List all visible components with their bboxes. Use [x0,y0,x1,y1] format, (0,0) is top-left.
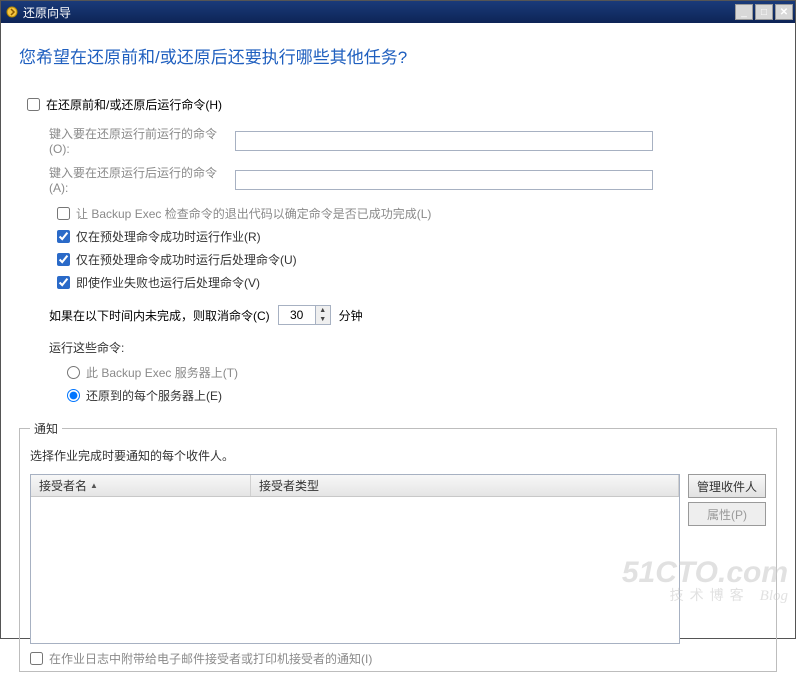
col-recipient-type[interactable]: 接受者类型 [251,475,679,496]
radio-each-server[interactable] [67,389,80,402]
pre-command-label: 键入要在还原运行前运行的命令(O): [49,125,229,156]
col-recipient-name-label: 接受者名 [39,477,87,494]
minimize-button[interactable]: _ [735,4,753,20]
timeout-prefix: 如果在以下时间内未完成，则取消命令(C) [49,307,270,324]
only-if-pre-label: 仅在预处理命令成功时运行作业(R) [76,228,261,245]
check-exit-code-label: 让 Backup Exec 检查命令的退出代码以确定命令是否已成功完成(L) [76,205,431,222]
radio-this-server-label: 此 Backup Exec 服务器上(T) [86,364,238,381]
post-command-input[interactable] [235,170,653,190]
notify-desc: 选择作业完成时要通知的每个收件人。 [30,447,766,464]
pre-command-input[interactable] [235,131,653,151]
properties-button[interactable]: 属性(P) [688,502,766,526]
only-if-pre-post-label: 仅在预处理命令成功时运行后处理命令(U) [76,251,297,268]
close-button[interactable]: ✕ [775,4,793,20]
timeout-suffix: 分钟 [339,307,363,324]
col-recipient-name[interactable]: 接受者名 ▲ [31,475,251,496]
sort-asc-icon: ▲ [90,481,98,490]
manage-recipients-button[interactable]: 管理收件人 [688,474,766,498]
recipients-grid[interactable]: 接受者名 ▲ 接受者类型 [30,474,680,644]
page-heading: 您希望在还原前和/或还原后还要执行哪些其他任务? [19,43,777,68]
even-if-fail-checkbox[interactable] [57,276,70,289]
attach-log-checkbox[interactable] [30,652,43,665]
notify-legend: 通知 [30,420,62,437]
radio-this-server[interactable] [67,366,80,379]
run-commands-checkbox[interactable] [27,98,40,111]
app-icon [5,5,19,19]
radio-each-server-label: 还原到的每个服务器上(E) [86,387,222,404]
window-title: 还原向导 [23,4,731,21]
even-if-fail-label: 即使作业失败也运行后处理命令(V) [76,274,260,291]
only-if-pre-checkbox[interactable] [57,230,70,243]
only-if-pre-post-checkbox[interactable] [57,253,70,266]
maximize-button[interactable]: □ [755,4,773,20]
check-exit-code-checkbox[interactable] [57,207,70,220]
run-where-title: 运行这些命令: [49,339,777,356]
timeout-value-input[interactable] [279,306,315,324]
notify-group: 通知 选择作业完成时要通知的每个收件人。 接受者名 ▲ 接受者类型 管理收件人 … [19,420,777,672]
post-command-label: 键入要在还原运行后运行的命令(A): [49,164,229,195]
col-recipient-type-label: 接受者类型 [259,477,319,494]
recipients-grid-body [31,497,679,643]
run-commands-label: 在还原前和/或还原后运行命令(H) [46,96,222,113]
attach-log-label: 在作业日志中附带给电子邮件接受者或打印机接受者的通知(I) [49,650,372,667]
spin-down-icon[interactable]: ▼ [315,315,330,324]
spin-up-icon[interactable]: ▲ [315,306,330,315]
